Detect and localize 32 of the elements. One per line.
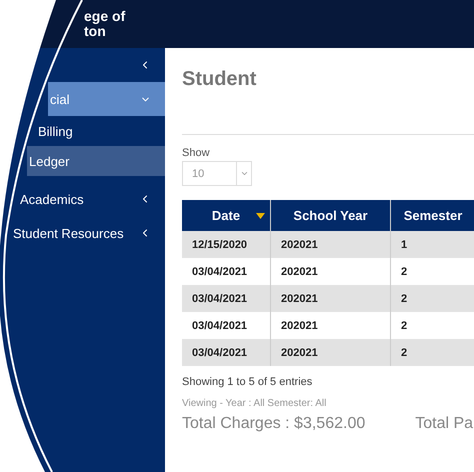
- table-cell: 2: [390, 258, 474, 285]
- table-cell: 03/04/2021: [182, 339, 270, 366]
- sidebar-subitem[interactable]: Ledger: [27, 146, 165, 176]
- table-cell: 03/04/2021: [182, 258, 270, 285]
- column-header[interactable]: Semester: [390, 200, 474, 231]
- chevron-down-icon: [240, 169, 248, 178]
- table-cell: 2: [390, 312, 474, 339]
- total-text: Total Charges : $3,562.00: [182, 415, 366, 433]
- college-name: ton: [84, 24, 106, 39]
- show-label: Show: [182, 147, 211, 159]
- table-cell: 03/04/2021: [182, 312, 270, 339]
- table-cell: 202021: [270, 285, 390, 312]
- table-cell: 12/15/2020: [182, 231, 270, 258]
- total-text: Total Pa: [415, 415, 474, 433]
- column-header[interactable]: Date: [182, 200, 270, 231]
- table-cell: 202021: [270, 312, 390, 339]
- viewing-filter: Viewing - Year : All Semester: All: [182, 398, 328, 409]
- sidebar-item[interactable]: cial: [48, 82, 165, 116]
- sidebar-item[interactable]: Student Resources: [11, 216, 165, 250]
- table-cell: 1: [390, 231, 474, 258]
- table-cell: 202021: [270, 339, 390, 366]
- table-cell: 2: [390, 339, 474, 366]
- table-cell: 202021: [270, 231, 390, 258]
- table-cell: 2: [390, 285, 474, 312]
- table-cell: 202021: [270, 258, 390, 285]
- entries-info: Showing 1 to 5 of 5 entries: [182, 376, 314, 388]
- table-cell: 03/04/2021: [182, 285, 270, 312]
- page-title: Student: [182, 68, 258, 92]
- sidebar-subitem[interactable]: Billing: [36, 116, 165, 146]
- column-header[interactable]: School Year: [270, 200, 390, 231]
- college-name: ege of: [84, 9, 126, 24]
- sidebar-item[interactable]: Academics: [18, 182, 165, 216]
